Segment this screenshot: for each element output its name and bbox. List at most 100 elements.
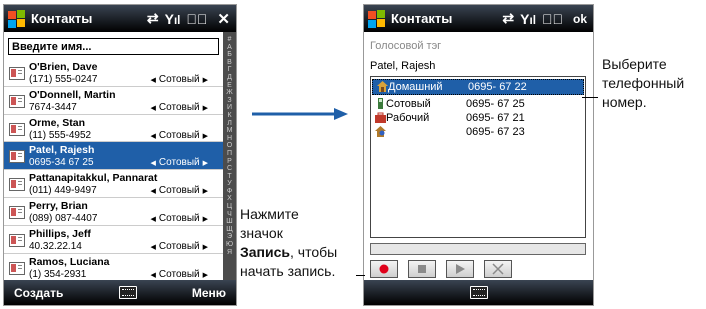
alpha-index-letter[interactable]: Ч: [223, 211, 236, 219]
contact-row[interactable]: Phillips, Jeff 40.32.22.14 ◀ Сотовый ▶: [4, 226, 223, 254]
phone-number-row[interactable]: Домашний 0695- 67 22: [372, 79, 584, 95]
arrow-left-icon[interactable]: ◀: [151, 133, 156, 140]
windows-logo-icon[interactable]: [367, 9, 387, 29]
phone-number-row[interactable]: Рабочий 0695- 67 21: [371, 111, 585, 125]
play-button[interactable]: [446, 260, 474, 278]
arrow-right-icon[interactable]: ▶: [203, 244, 208, 251]
arrow-left-icon[interactable]: ◀: [151, 216, 156, 223]
arrow-left-icon[interactable]: ◀: [151, 160, 156, 167]
record-button[interactable]: [370, 260, 398, 278]
new-softkey[interactable]: Создать: [14, 286, 63, 300]
alpha-index-letter[interactable]: Д: [223, 74, 236, 82]
signal-icon[interactable]: Yıl: [520, 11, 536, 27]
contact-row[interactable]: Pattanapitakkul, Pannarat (011) 449-9497 ◀…: [4, 170, 223, 198]
voice-tag-label: Голосовой тэг: [370, 40, 442, 52]
alpha-index-letter[interactable]: О: [223, 142, 236, 150]
alpha-index-letter[interactable]: Г: [223, 66, 236, 74]
arrow-right-icon[interactable]: ▶: [203, 160, 208, 167]
alpha-index-letter[interactable]: Б: [223, 51, 236, 59]
connectivity-icon[interactable]: ⇄: [502, 10, 514, 27]
phone-number-list[interactable]: Домашний 0695- 67 22 Сотовый 0695- 67 25 Раб…: [370, 76, 586, 238]
alpha-index-letter[interactable]: Е: [223, 82, 236, 90]
stop-button[interactable]: [408, 260, 436, 278]
contact-type-selector[interactable]: ◀ Сотовый ▶: [148, 130, 211, 141]
phone-number-row[interactable]: Сотовый 0695- 67 25: [371, 97, 585, 111]
alpha-index-letter[interactable]: М: [223, 127, 236, 135]
alpha-index-letter[interactable]: Ц: [223, 203, 236, 211]
softkey-bar: [364, 280, 593, 305]
arrow-right-icon[interactable]: ▶: [203, 188, 208, 195]
alpha-index-letter[interactable]: Ж: [223, 89, 236, 97]
phone-number-row[interactable]: 0695- 67 23: [371, 125, 585, 139]
arrow-left-icon[interactable]: ◀: [151, 244, 156, 251]
alpha-index-letter[interactable]: С: [223, 165, 236, 173]
contact-name: Orme, Stan: [29, 116, 86, 129]
contact-row[interactable]: Ramos, Luciana (1) 354-2931 ◀ Сотовый ▶: [4, 254, 223, 282]
contact-row[interactable]: O'Donnell, Martin 7674-3447 ◀ Сотовый ▶: [4, 87, 223, 115]
arrow-right-icon[interactable]: ▶: [203, 133, 208, 140]
contact-type-selector[interactable]: ◀ Сотовый ▶: [148, 157, 211, 168]
keyboard-icon[interactable]: [469, 286, 488, 299]
alphabet-index[interactable]: # А Б В Г Д Е Ж З И К Л М Н О П Р С Т У Ф Х Ц Ч Ш Щ Э Ю Я: [223, 32, 236, 280]
contact-type-selector[interactable]: ◀ Сотовый ▶: [148, 185, 211, 196]
mobile-icon: [375, 98, 386, 109]
delete-button[interactable]: [484, 260, 512, 278]
alpha-index-letter[interactable]: П: [223, 150, 236, 158]
alpha-index-letter[interactable]: К: [223, 112, 236, 120]
number-type-label: Домашний: [388, 81, 443, 93]
contact-type-selector[interactable]: ◀ Сотовый ▶: [148, 241, 211, 252]
alpha-index-letter[interactable]: И: [223, 104, 236, 112]
contact-row[interactable]: Patel, Rajesh 0695-34 67 25 ◀ Сотовый ▶: [4, 142, 223, 171]
close-icon[interactable]: ✕: [217, 10, 230, 28]
ok-button[interactable]: ok: [573, 12, 587, 26]
menu-softkey[interactable]: Меню: [192, 286, 226, 300]
arrow-left-icon[interactable]: ◀: [151, 77, 156, 84]
alpha-index-letter[interactable]: Э: [223, 233, 236, 241]
alpha-index-letter[interactable]: Щ: [223, 226, 236, 234]
alpha-index-letter[interactable]: Н: [223, 135, 236, 143]
arrow-right-icon[interactable]: ▶: [203, 105, 208, 112]
contact-type-selector[interactable]: ◀ Сотовый ▶: [148, 269, 211, 280]
volume-icon[interactable]: ◀ﾞ: [542, 11, 563, 27]
search-input[interactable]: Введите имя...: [8, 38, 219, 55]
contact-name: Phillips, Jeff: [29, 227, 91, 240]
arrow-left-icon[interactable]: ◀: [151, 188, 156, 195]
keyboard-icon[interactable]: [118, 286, 137, 299]
windows-logo-icon[interactable]: [7, 9, 27, 29]
alpha-index-letter[interactable]: Л: [223, 120, 236, 128]
alpha-index-letter[interactable]: В: [223, 59, 236, 67]
contact-type-selector[interactable]: ◀ Сотовый ▶: [148, 74, 211, 85]
contact-type-selector[interactable]: ◀ Сотовый ▶: [148, 102, 211, 113]
app-title: Контакты: [31, 11, 93, 26]
alpha-index-letter[interactable]: Ш: [223, 218, 236, 226]
arrow-right-icon[interactable]: ▶: [203, 216, 208, 223]
alpha-index-letter[interactable]: Т: [223, 173, 236, 181]
contact-row[interactable]: Orme, Stan (11) 555-4952 ◀ Сотовый ▶: [4, 115, 223, 143]
contact-name: Perry, Brian: [29, 199, 88, 212]
arrow-left-icon[interactable]: ◀: [151, 272, 156, 279]
alpha-index-letter[interactable]: У: [223, 180, 236, 188]
alpha-index-letter[interactable]: Я: [223, 249, 236, 257]
alpha-index-letter[interactable]: З: [223, 97, 236, 105]
work-icon: [375, 112, 386, 123]
contact-row[interactable]: O'Brien, Dave (171) 555-0247 ◀ Сотовый ▶: [4, 59, 223, 87]
alpha-index-letter[interactable]: Р: [223, 158, 236, 166]
alpha-index-letter[interactable]: Ю: [223, 241, 236, 249]
alpha-index-letter[interactable]: А: [223, 44, 236, 52]
arrow-right-icon[interactable]: ▶: [203, 272, 208, 279]
voice-tag-screen: Контакты ⇄ Yıl ◀ﾞ ok Голосовой тэг Patel…: [363, 4, 594, 306]
arrow-right-icon[interactable]: ▶: [203, 77, 208, 84]
contact-type-selector[interactable]: ◀ Сотовый ▶: [148, 213, 211, 224]
alpha-index-letter[interactable]: Х: [223, 195, 236, 203]
signal-icon[interactable]: Yıl: [165, 11, 181, 27]
contact-row[interactable]: Perry, Brian (089) 087-4407 ◀ Сотовый ▶: [4, 198, 223, 226]
select-number-note: Выберите телефонный номер.: [602, 56, 685, 110]
arrow-left-icon[interactable]: ◀: [151, 105, 156, 112]
alpha-index-letter[interactable]: Ф: [223, 188, 236, 196]
contact-card-icon: [9, 261, 25, 275]
app-title: Контакты: [391, 11, 453, 26]
connectivity-icon[interactable]: ⇄: [147, 10, 159, 27]
contact-card-icon: [9, 67, 25, 80]
volume-icon[interactable]: ◀ﾞ: [186, 11, 207, 27]
alpha-index-letter[interactable]: #: [223, 36, 236, 44]
